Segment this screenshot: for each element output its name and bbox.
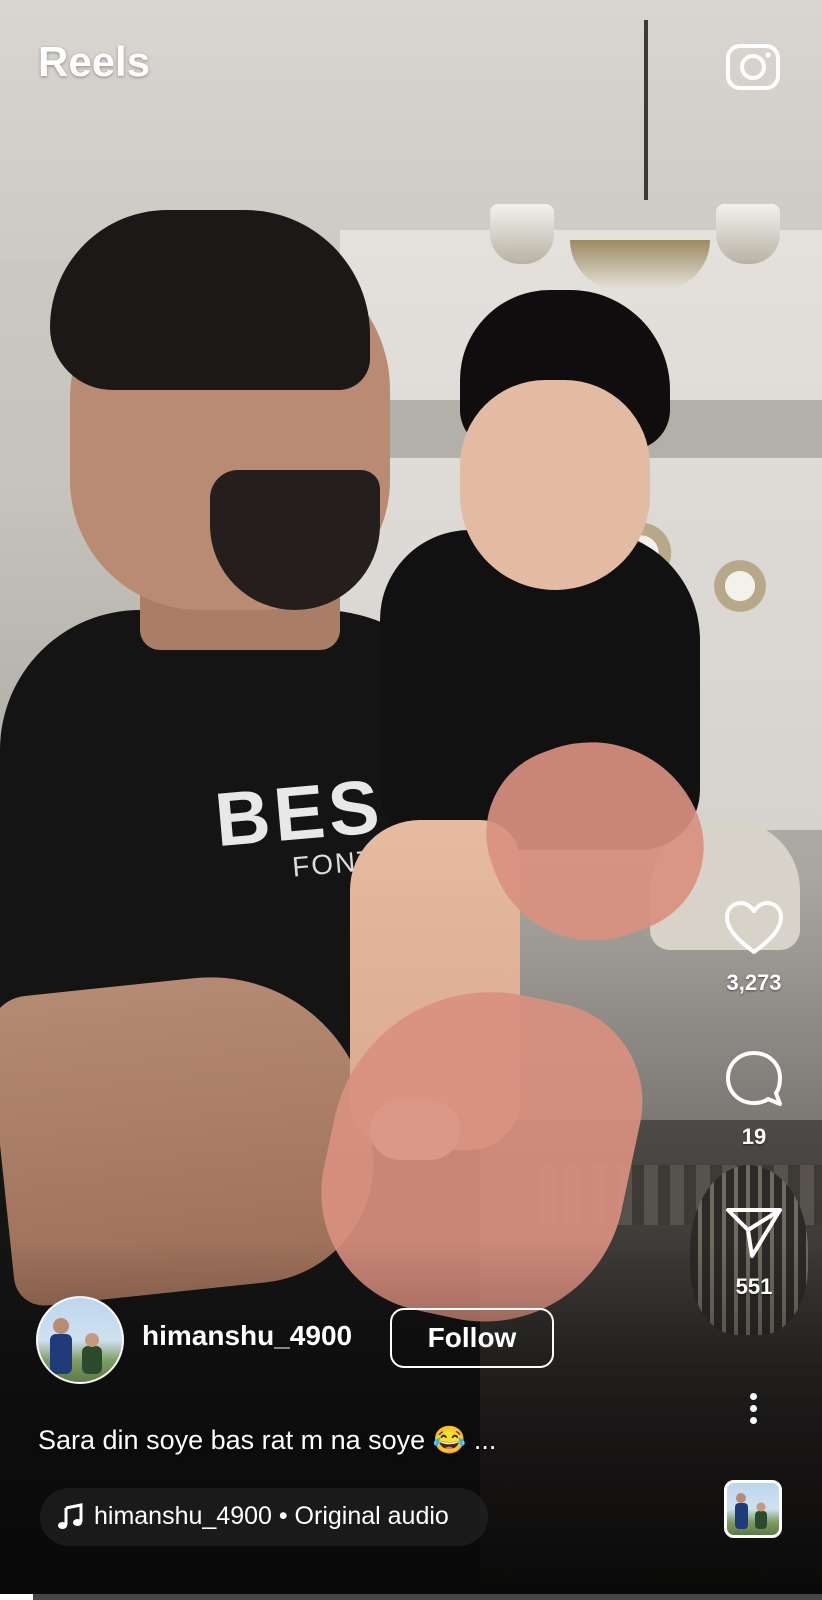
person-man-hair (50, 210, 370, 390)
video-progress-bar[interactable] (0, 1594, 822, 1600)
more-options-button[interactable] (738, 1388, 768, 1436)
post-author-row: himanshu_4900 Follow (36, 1296, 596, 1386)
heart-icon (725, 901, 783, 954)
paper-plane-icon (726, 1208, 782, 1258)
camera-button[interactable] (724, 36, 782, 94)
avatar-photo (50, 1318, 102, 1374)
chandelier-chain (644, 20, 648, 200)
comment-count: 19 (741, 1124, 767, 1149)
username[interactable]: himanshu_4900 (142, 1320, 352, 1352)
music-note-icon (58, 1503, 83, 1529)
reels-screen[interactable]: BES FONTDOG Reels 3,273 (0, 0, 822, 1600)
audio-cover-photo (735, 1493, 767, 1529)
more-vertical-icon (738, 1393, 768, 1424)
person-baby-head (460, 380, 650, 590)
bottom-gradient (0, 1240, 822, 1600)
audio-label: himanshu_4900 • Original audio (94, 1502, 449, 1530)
wall-mirror-right (710, 556, 770, 616)
video-progress-fill (0, 1594, 33, 1600)
caption[interactable]: Sara din soye bas rat m na soye 😂 ... (38, 1424, 496, 1456)
audio-track-button[interactable]: himanshu_4900 • Original audio (40, 1488, 488, 1546)
comment-button[interactable]: 19 (712, 1048, 796, 1150)
audio-cover-thumbnail[interactable] (724, 1480, 782, 1538)
share-count: 551 (735, 1274, 773, 1299)
like-button[interactable]: 3,273 (712, 900, 796, 996)
like-count: 3,273 (726, 970, 782, 995)
avatar[interactable] (36, 1296, 124, 1384)
page-title: Reels (38, 38, 151, 85)
camera-icon (726, 44, 780, 90)
share-button[interactable]: 551 (712, 1204, 796, 1300)
comment-bubble-icon (726, 1051, 782, 1106)
follow-button[interactable]: Follow (390, 1308, 554, 1368)
